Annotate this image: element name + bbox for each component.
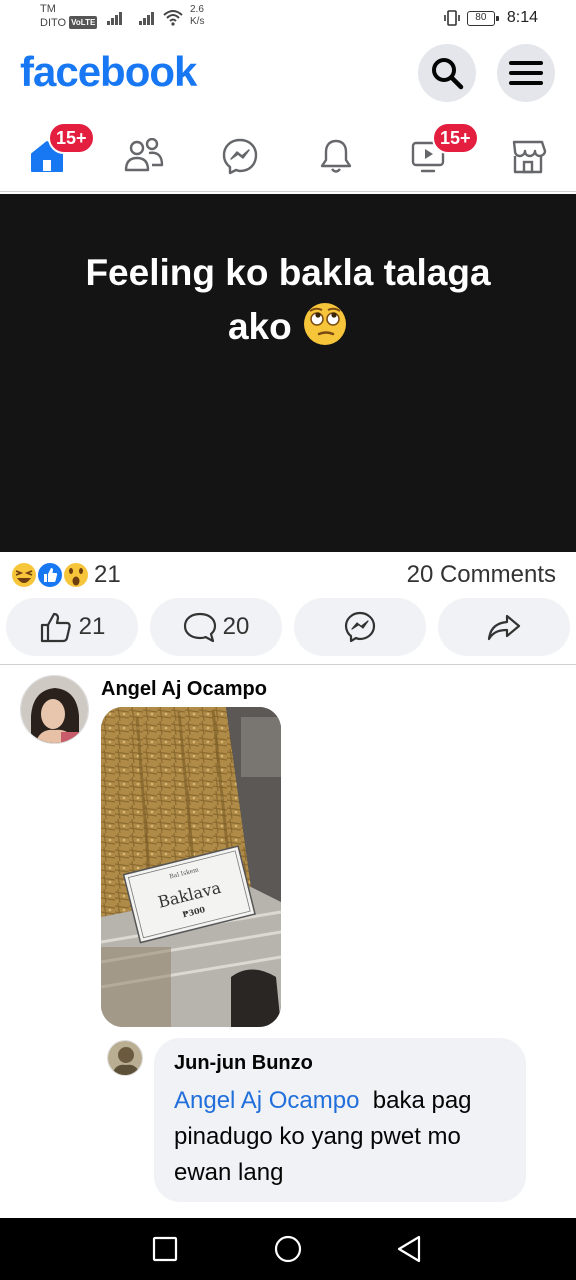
home-badge: 15+ <box>48 122 95 154</box>
reply-author[interactable]: Jun-jun Bunzo <box>174 1052 506 1075</box>
home-system-button[interactable] <box>273 1234 303 1264</box>
back-triangle-icon <box>397 1235 421 1263</box>
thumbs-up-icon <box>40 612 71 643</box>
comment-button[interactable]: 20 <box>150 598 282 656</box>
share-icon <box>487 614 521 641</box>
carrier-line1: TM <box>40 3 56 15</box>
tab-notifications[interactable] <box>288 112 384 192</box>
speed-unit: K/s <box>190 16 205 27</box>
like-icon <box>36 561 64 588</box>
app-header: facebook <box>0 40 576 106</box>
wifi-icon <box>163 10 183 26</box>
post-text-line2: ako <box>227 306 292 347</box>
mention-link[interactable]: Angel Aj Ocampo <box>174 1087 359 1114</box>
speed-value: 2.6 <box>190 4 204 15</box>
signal-icon <box>107 12 122 25</box>
system-navigation-bar <box>0 1218 576 1280</box>
tab-messenger[interactable] <box>192 112 288 192</box>
like-count: 21 <box>78 613 106 640</box>
post-text-background: Feeling ko bakla talaga ako <box>0 194 576 552</box>
reactions-summary: 21 20 Comments <box>0 556 576 596</box>
divider <box>0 664 576 665</box>
reaction-icons[interactable] <box>10 560 92 588</box>
post-text-line1: Feeling ko bakla talaga <box>85 252 491 293</box>
recents-button[interactable] <box>150 1234 180 1264</box>
haha-icon <box>10 561 38 588</box>
eye-roll-emoji <box>292 303 348 347</box>
avatar[interactable] <box>20 675 89 744</box>
circle-icon <box>274 1235 302 1263</box>
facebook-logo[interactable]: facebook <box>20 48 197 96</box>
marketplace-icon <box>512 140 547 174</box>
signal-icon-2 <box>139 12 154 25</box>
profile-photo-small <box>108 1041 142 1075</box>
network-speed: 2.6 K/s <box>190 4 204 28</box>
reaction-count[interactable]: 21 <box>94 561 121 589</box>
eye-roll-icon <box>304 303 347 345</box>
carrier-line2: DITO <box>40 17 67 29</box>
messenger-icon <box>222 138 258 175</box>
search-button[interactable] <box>418 44 476 102</box>
status-bar: TM DITO VoLTE 2.6 K/s 80 8:14 <box>0 0 576 40</box>
comment-author[interactable]: Angel Aj Ocampo <box>101 678 267 701</box>
comment-count: 20 <box>222 613 250 640</box>
reply-comment-bubble[interactable]: Jun-jun Bunzo Angel Aj Ocampo baka pag p… <box>154 1038 526 1202</box>
carrier-info: TM DITO VoLTE <box>40 3 98 30</box>
comment-icon <box>183 612 216 643</box>
square-icon <box>152 1236 178 1262</box>
reply-text-part2: pinadugo ko yang pwet mo ewan lang <box>174 1123 461 1186</box>
menu-button[interactable] <box>497 44 555 102</box>
tab-watch[interactable]: 15+ <box>384 112 480 192</box>
tab-marketplace[interactable] <box>480 112 576 192</box>
reply-text-part1: baka pag <box>359 1087 472 1114</box>
volte-badge: VoLTE <box>69 16 98 29</box>
clock: 8:14 <box>506 9 538 26</box>
wow-icon <box>62 561 90 588</box>
bell-icon <box>320 139 352 173</box>
comment-photo[interactable]: Bal Iskem Baklava ₱300 <box>101 707 281 1027</box>
hamburger-icon <box>509 61 543 85</box>
messenger-share-icon <box>344 611 376 643</box>
friends-icon <box>124 138 164 172</box>
tab-friends[interactable] <box>96 112 192 192</box>
like-button[interactable]: 21 <box>6 598 138 656</box>
profile-photo <box>21 676 88 743</box>
send-in-messenger-button[interactable] <box>294 598 426 656</box>
nav-tabs: 15+ 15+ <box>0 112 576 192</box>
search-icon <box>432 58 464 90</box>
vibrate-icon <box>444 10 460 26</box>
tab-home[interactable]: 15+ <box>0 112 96 192</box>
reply-text: Angel Aj Ocampo baka pag pinadugo ko yan… <box>174 1083 506 1191</box>
back-button[interactable] <box>394 1234 424 1264</box>
post-actions: 21 20 <box>0 598 576 656</box>
share-button[interactable] <box>438 598 570 656</box>
baklava-photo: Bal Iskem Baklava ₱300 <box>101 707 281 1027</box>
battery-indicator: 80 <box>466 10 499 26</box>
comments-count[interactable]: 20 Comments <box>407 561 556 589</box>
reply-avatar[interactable] <box>107 1040 143 1076</box>
watch-badge: 15+ <box>432 122 479 154</box>
post-text: Feeling ko bakla talaga ako <box>40 246 536 354</box>
